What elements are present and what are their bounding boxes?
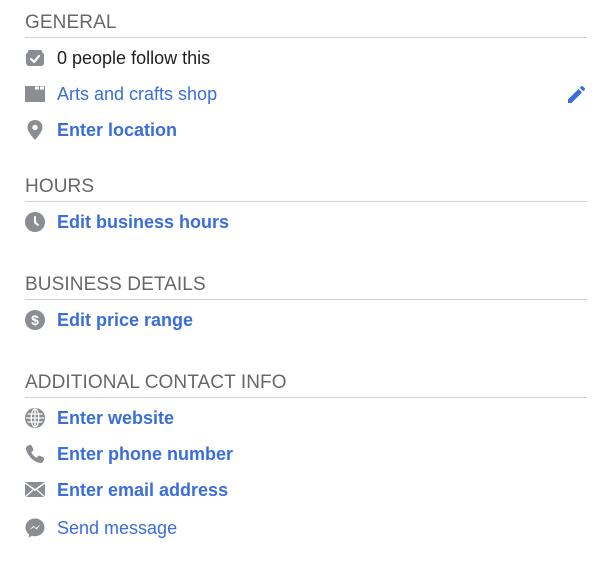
envelope-icon [25, 480, 45, 500]
location-pin-icon [25, 120, 45, 140]
enter-website-link[interactable]: Enter website [57, 408, 174, 429]
email-row: Enter email address [25, 472, 587, 508]
enter-email-link[interactable]: Enter email address [57, 480, 228, 501]
website-row: Enter website [25, 400, 587, 436]
enter-phone-link[interactable]: Enter phone number [57, 444, 233, 465]
section-title-additional-contact: ADDITIONAL CONTACT INFO [25, 360, 587, 398]
message-row: Send message [25, 508, 587, 548]
phone-row: Enter phone number [25, 436, 587, 472]
category-icon [25, 84, 45, 104]
edit-business-hours-link[interactable]: Edit business hours [57, 212, 229, 233]
edit-hours-row: Edit business hours [25, 204, 587, 240]
category-link[interactable]: Arts and crafts shop [57, 84, 217, 105]
clock-icon [25, 212, 45, 232]
location-row: Enter location [25, 112, 587, 148]
edit-price-range-link[interactable]: Edit price range [57, 310, 193, 331]
price-range-row: $ Edit price range [25, 302, 587, 338]
section-general: GENERAL 0 people follow this Arts and cr… [25, 0, 587, 148]
section-additional-contact: ADDITIONAL CONTACT INFO Enter website En… [25, 360, 587, 548]
messenger-icon [25, 518, 45, 538]
dollar-icon: $ [25, 310, 45, 330]
section-title-hours: HOURS [25, 164, 587, 202]
followers-check-icon [25, 48, 45, 68]
section-business-details: BUSINESS DETAILS $ Edit price range [25, 262, 587, 338]
phone-icon [25, 444, 45, 464]
followers-row: 0 people follow this [25, 40, 587, 76]
followers-count-text: 0 people follow this [57, 47, 211, 68]
edit-category-button[interactable] [565, 84, 587, 106]
send-message-link[interactable]: Send message [57, 518, 177, 539]
svg-text:$: $ [31, 312, 39, 328]
pencil-icon [568, 85, 586, 103]
section-title-business-details: BUSINESS DETAILS [25, 262, 587, 300]
globe-icon [25, 408, 45, 428]
section-hours: HOURS Edit business hours [25, 164, 587, 240]
page-info-panel: GENERAL 0 people follow this Arts and cr… [25, 0, 587, 548]
category-row: Arts and crafts shop [25, 76, 587, 112]
section-title-general: GENERAL [25, 0, 587, 38]
enter-location-link[interactable]: Enter location [57, 120, 177, 141]
